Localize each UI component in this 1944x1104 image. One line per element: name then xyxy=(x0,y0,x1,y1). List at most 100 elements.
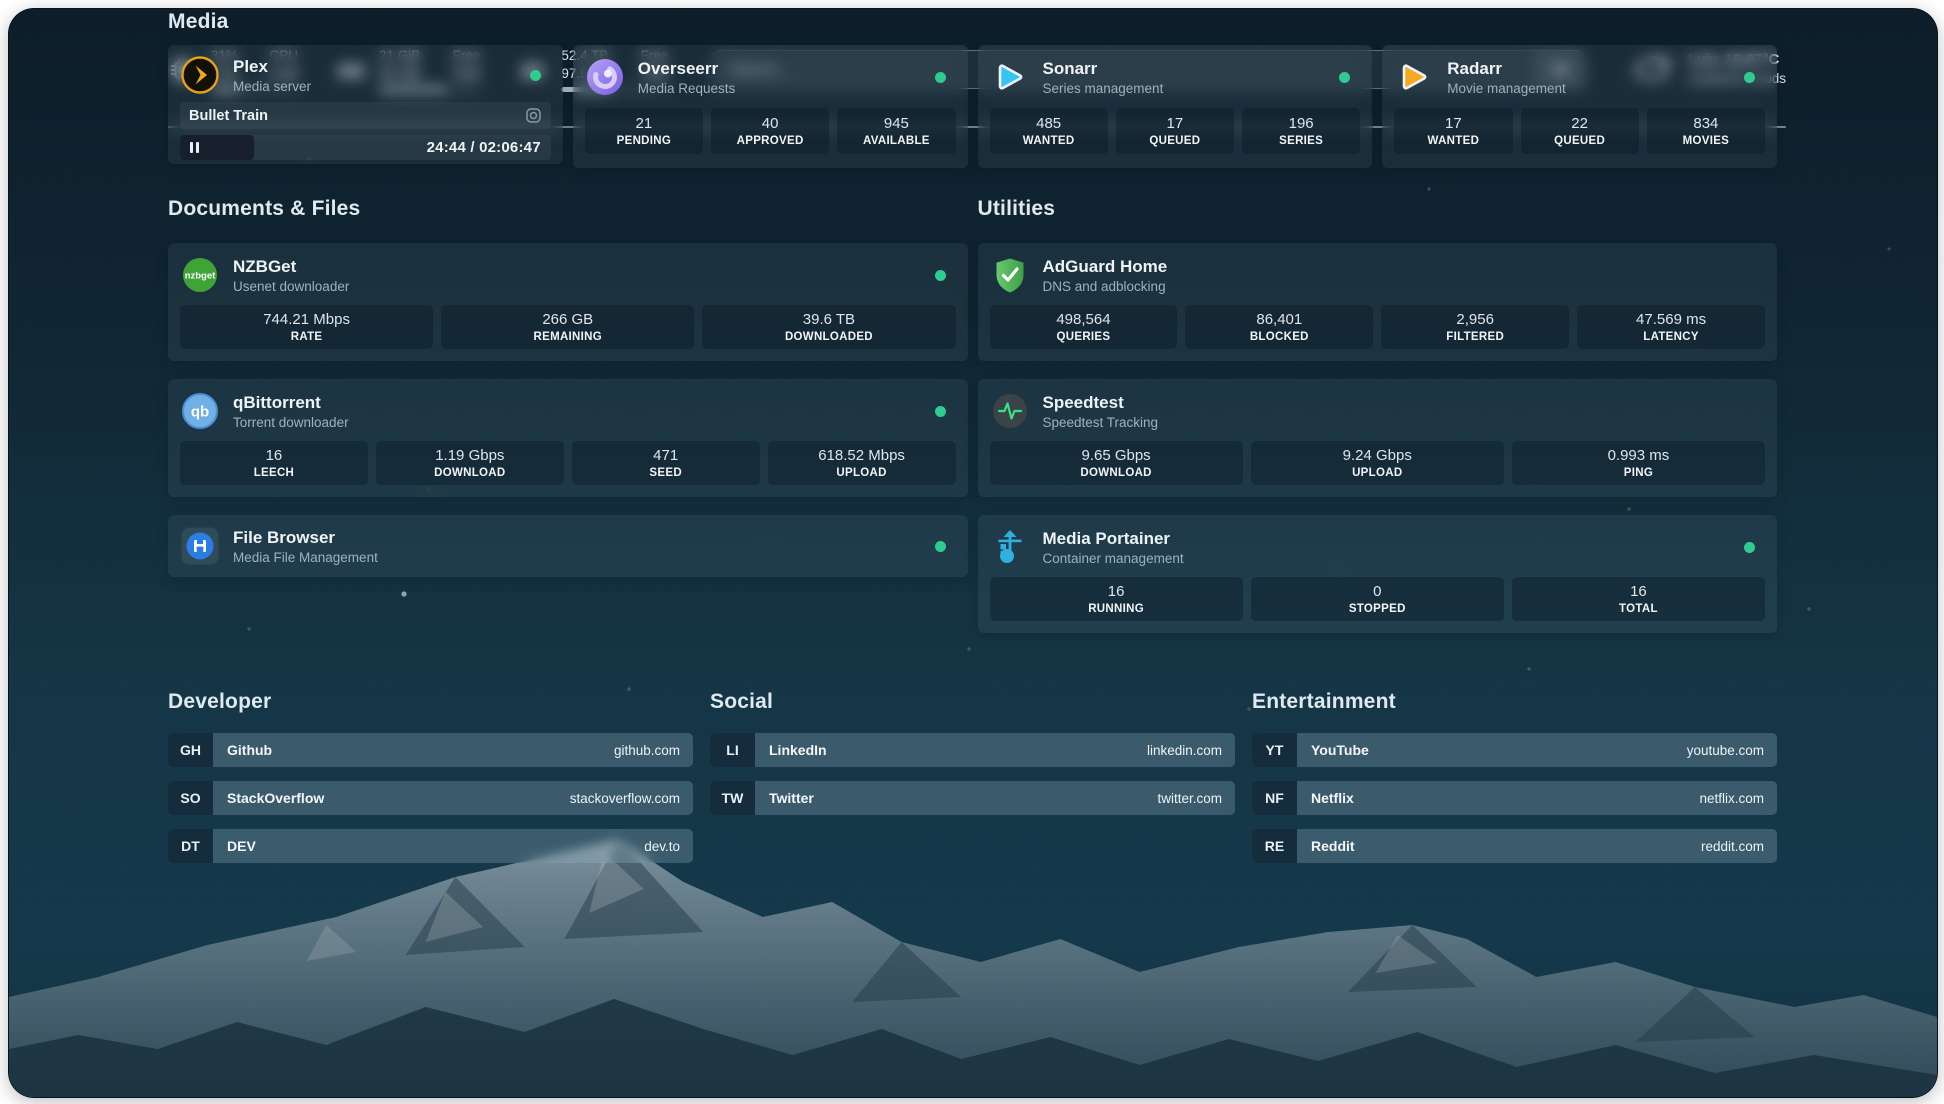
plex-now-playing-row: Bullet Train xyxy=(180,102,551,129)
stat-value: 0 xyxy=(1373,583,1381,601)
sonarr-status-dot xyxy=(1339,72,1350,83)
bookmark-twitter[interactable]: TW Twitter twitter.com xyxy=(710,781,1235,815)
bookmark-name: YouTube xyxy=(1297,733,1687,767)
sonarr-stat-queued: 17 QUEUED xyxy=(1116,108,1234,154)
bookmark-stackoverflow[interactable]: SO StackOverflow stackoverflow.com xyxy=(168,781,693,815)
portainer-stat-total: 16 TOTAL xyxy=(1512,577,1765,621)
bookmark-youtube[interactable]: YT YouTube youtube.com xyxy=(1252,733,1777,767)
twitter-badge: TW xyxy=(710,781,755,815)
stat-value: 9.65 Gbps xyxy=(1081,447,1150,465)
nzbget-subtitle: Usenet downloader xyxy=(233,278,349,295)
nzbget-title: NZBGet xyxy=(233,256,349,277)
stat-value: 498,564 xyxy=(1056,311,1110,329)
stat-label: BLOCKED xyxy=(1250,330,1309,344)
radarr-card[interactable]: Radarr Movie management 17 WANTED 22 QUE… xyxy=(1382,45,1777,168)
speedtest-stat-ping: 0.993 ms PING xyxy=(1512,441,1765,485)
overseerr-icon xyxy=(585,57,625,97)
stat-value: 22 xyxy=(1571,115,1588,133)
bookmark-url: reddit.com xyxy=(1701,829,1777,863)
plex-status-dot xyxy=(530,70,541,81)
stat-label: STOPPED xyxy=(1349,602,1406,616)
adguard-card[interactable]: AdGuard Home DNS and adblocking 498,564 … xyxy=(978,243,1778,361)
sonarr-stat-series: 196 SERIES xyxy=(1242,108,1360,154)
stat-label: DOWNLOAD xyxy=(1080,466,1151,480)
stat-label: PING xyxy=(1624,466,1653,480)
plex-card[interactable]: Plex Media server Bullet Train 24:44 / 0… xyxy=(168,45,563,164)
stat-label: WANTED xyxy=(1428,134,1480,148)
filebrowser-title: File Browser xyxy=(233,527,378,548)
qbittorrent-card[interactable]: qb qBittorrent Torrent downloader 16 LEE… xyxy=(168,379,968,497)
filebrowser-card[interactable]: File Browser Media File Management xyxy=(168,515,968,577)
entertainment-group: Entertainment YT YouTube youtube.com NF … xyxy=(1252,689,1777,863)
reddit-badge: RE xyxy=(1252,829,1297,863)
bookmark-dev[interactable]: DT DEV dev.to xyxy=(168,829,693,863)
youtube-badge: YT xyxy=(1252,733,1297,767)
stat-value: 17 xyxy=(1445,115,1462,133)
bookmark-url: netflix.com xyxy=(1699,781,1777,815)
stat-value: 471 xyxy=(653,447,678,465)
plex-title: Plex xyxy=(233,56,311,77)
qbittorrent-stat-seed: 471 SEED xyxy=(572,441,760,485)
stat-label: SERIES xyxy=(1279,134,1323,148)
stat-label: DOWNLOAD xyxy=(434,466,505,480)
nzbget-stat-rate: 744.21 Mbps RATE xyxy=(180,305,433,349)
radarr-stat-wanted: 17 WANTED xyxy=(1394,108,1512,154)
bookmark-linkedin[interactable]: LI LinkedIn linkedin.com xyxy=(710,733,1235,767)
portainer-stat-running: 16 RUNNING xyxy=(990,577,1243,621)
filebrowser-icon xyxy=(180,526,220,566)
bookmark-sections: Developer GH Github github.com SO StackO… xyxy=(168,689,1777,863)
overseerr-card[interactable]: Overseerr Media Requests 21 PENDING 40 A… xyxy=(573,45,968,168)
stat-label: APPROVED xyxy=(737,134,804,148)
stat-label: TOTAL xyxy=(1619,602,1658,616)
stat-label: DOWNLOADED xyxy=(785,330,873,344)
netflix-badge: NF xyxy=(1252,781,1297,815)
section-title-entertainment: Entertainment xyxy=(1252,689,1777,715)
bookmark-netflix[interactable]: NF Netflix netflix.com xyxy=(1252,781,1777,815)
stat-label: QUEUED xyxy=(1554,134,1605,148)
sonarr-subtitle: Series management xyxy=(1043,80,1164,97)
dev-badge: DT xyxy=(168,829,213,863)
bookmark-github[interactable]: GH Github github.com xyxy=(168,733,693,767)
sonarr-icon xyxy=(990,57,1030,97)
plex-now-playing-title: Bullet Train xyxy=(189,108,268,124)
nzbget-stat-remaining: 266 GB REMAINING xyxy=(441,305,694,349)
portainer-stat-stopped: 0 STOPPED xyxy=(1251,577,1504,621)
adguard-stat-blocked: 86,401 BLOCKED xyxy=(1185,305,1373,349)
stackoverflow-badge: SO xyxy=(168,781,213,815)
stat-label: UPLOAD xyxy=(836,466,886,480)
overseerr-title: Overseerr xyxy=(638,58,736,79)
nzbget-status-dot xyxy=(935,270,946,281)
adguard-stat-filtered: 2,956 FILTERED xyxy=(1381,305,1569,349)
sonarr-card[interactable]: Sonarr Series management 485 WANTED 17 Q… xyxy=(978,45,1373,168)
stat-value: 485 xyxy=(1036,115,1061,133)
portainer-card[interactable]: Media Portainer Container management 16 … xyxy=(978,515,1778,633)
stat-value: 618.52 Mbps xyxy=(818,447,905,465)
pause-button[interactable] xyxy=(190,142,199,153)
section-title-utilities: Utilities xyxy=(978,196,1778,222)
overseerr-stat-pending: 21 PENDING xyxy=(585,108,703,154)
stat-value: 16 xyxy=(1630,583,1647,601)
bookmark-reddit[interactable]: RE Reddit reddit.com xyxy=(1252,829,1777,863)
stat-value: 9.24 Gbps xyxy=(1343,447,1412,465)
nzbget-stat-downloaded: 39.6 TB DOWNLOADED xyxy=(702,305,955,349)
radarr-icon xyxy=(1394,57,1434,97)
stat-value: 17 xyxy=(1167,115,1184,133)
nzbget-card[interactable]: nzbget NZBGet Usenet downloader 744.21 M… xyxy=(168,243,968,361)
dashboard-window: 31% 2.94 CPU Load xyxy=(8,8,1938,1098)
stat-value: 40 xyxy=(762,115,779,133)
speedtest-card[interactable]: Speedtest Speedtest Tracking 9.65 Gbps D… xyxy=(978,379,1778,497)
speedtest-stat-upload: 9.24 Gbps UPLOAD xyxy=(1251,441,1504,485)
qbittorrent-subtitle: Torrent downloader xyxy=(233,414,349,431)
speedtest-subtitle: Speedtest Tracking xyxy=(1043,414,1159,431)
bookmark-url: github.com xyxy=(614,733,693,767)
qbittorrent-stat-leech: 16 LEECH xyxy=(180,441,368,485)
bookmark-name: LinkedIn xyxy=(755,733,1147,767)
stat-value: 16 xyxy=(1108,583,1125,601)
bookmark-name: Github xyxy=(213,733,614,767)
plex-progress-bar: 24:44 / 02:06:47 xyxy=(180,135,551,160)
bookmark-url: linkedin.com xyxy=(1147,733,1235,767)
svg-text:nzbget: nzbget xyxy=(185,271,216,282)
bookmark-name: Reddit xyxy=(1297,829,1701,863)
bookmark-name: Netflix xyxy=(1297,781,1699,815)
radarr-status-dot xyxy=(1744,72,1755,83)
